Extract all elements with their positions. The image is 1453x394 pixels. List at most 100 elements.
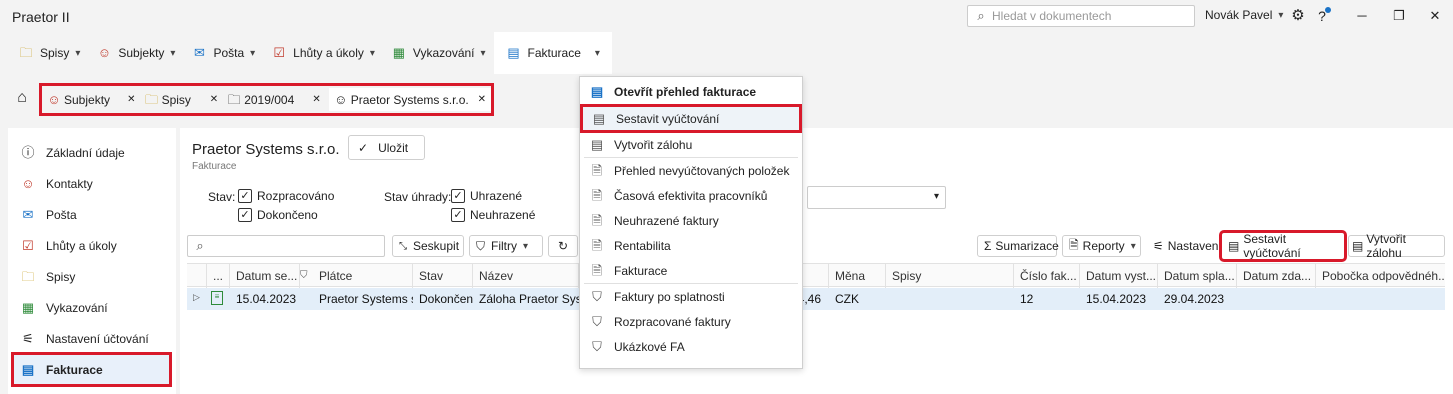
ribbon-vykazovani[interactable]: ▦ Vykazování ▾ xyxy=(383,32,494,74)
filter-select[interactable]: ▾ xyxy=(807,186,946,209)
build-billing-button[interactable]: ▤ Sestavit vyúčtování xyxy=(1219,230,1347,262)
table-row[interactable]: ▷ ≡ 15.04.2023 Praetor Systems s. Dokonč… xyxy=(187,288,1445,310)
menu-unbilled-items-report[interactable]: 🗎 Přehled nevyúčtovaných položek xyxy=(580,158,802,183)
close-icon[interactable]: ✕ xyxy=(127,94,135,105)
refresh-button[interactable]: ↻ xyxy=(548,235,578,257)
chevron-down-icon: ▾ xyxy=(369,47,375,59)
col-type[interactable]: ... xyxy=(207,264,230,288)
maximize-icon[interactable]: ❐ xyxy=(1391,8,1407,24)
menu-invoicing-report[interactable]: 🗎 Fakturace xyxy=(580,258,802,283)
menu-profitability-report[interactable]: 🗎 Rentabilita xyxy=(580,233,802,258)
report-icon: 🗎 xyxy=(591,212,603,228)
reports-button[interactable]: 🗎 Reporty ▾ xyxy=(1062,235,1141,257)
uhrada-uhrazene-checkbox[interactable]: ✓ Uhrazené xyxy=(451,189,522,203)
table-header: ... Datum se... Plátce ⛉ Stav Název z Mě… xyxy=(187,263,1445,288)
sidebar: ⓘ Základní údaje ☺ Kontakty ✉ Pošta ☑ Lhůty … xyxy=(8,128,176,394)
search-box[interactable]: ⌕ Hledat v dokumentech xyxy=(967,5,1195,27)
invoice-icon: ▤ xyxy=(507,45,520,60)
menu-unpaid-invoices-report[interactable]: 🗎 Neuhrazené faktury xyxy=(580,208,802,233)
ribbon-posta[interactable]: ✉ Pošta ▾ xyxy=(183,32,263,74)
menu-overdue-invoices-filter[interactable]: ⛉ Faktury po splatnosti xyxy=(580,284,802,309)
group-button[interactable]: ⤡ Seskupit xyxy=(392,235,464,257)
uhrada-neuhrazene-checkbox[interactable]: ✓ Neuhrazené xyxy=(451,208,535,222)
ribbon-spisy[interactable]: 🗀 Spisy ▾ xyxy=(10,32,88,74)
breadcrumb-tab-spis[interactable]: 🗀 2019/004 ✕ xyxy=(226,92,329,108)
cell-cislo-faktury: 12 xyxy=(1020,292,1034,306)
col-nazev[interactable]: Název xyxy=(473,264,579,288)
calendar-check-icon: ☑ xyxy=(273,45,285,60)
ribbon-lhuty[interactable]: ☑ Lhůty a úkoly ▾ xyxy=(263,32,383,74)
sidebar-item-vykazovani[interactable]: ▦ Vykazování xyxy=(8,292,176,323)
col-platce[interactable]: Plátce xyxy=(313,264,413,288)
chevron-down-icon: ▾ xyxy=(1130,240,1136,252)
people-icon: ☺ xyxy=(97,45,112,60)
filter-icon: ⛉ xyxy=(592,338,602,354)
home-icon[interactable]: ⌂ xyxy=(14,90,30,106)
col-mena[interactable]: Měna xyxy=(829,264,886,288)
sidebar-item-zakladni-udaje[interactable]: ⓘ Základní údaje xyxy=(8,137,176,168)
menu-time-efficiency-report[interactable]: 🗎 Časová efektivita pracovníků xyxy=(580,183,802,208)
col-pobocka[interactable]: Pobočka odpovědnéh... xyxy=(1316,264,1445,288)
gear-icon[interactable]: ⚙ xyxy=(1290,8,1306,24)
ribbon-fakturace[interactable]: ▤ Fakturace ▾ xyxy=(493,32,612,74)
menu-draft-invoices-filter[interactable]: ⛉ Rozpracované faktury xyxy=(580,309,802,334)
col-cislo-faktury[interactable]: Číslo fak... xyxy=(1014,264,1080,288)
sidebar-item-spisy[interactable]: 🗀 Spisy xyxy=(8,261,176,292)
sidebar-item-posta[interactable]: ✉ Pošta xyxy=(8,199,176,230)
close-icon[interactable]: ✕ xyxy=(210,94,218,105)
folder-icon: 🗀 xyxy=(21,268,35,284)
folder-outline-icon: 🗀 xyxy=(227,91,241,107)
col-spisy[interactable]: Spisy xyxy=(886,264,1014,288)
breadcrumb-tab-spisy[interactable]: 🗀 Spisy ✕ xyxy=(144,92,227,108)
menu-open-invoicing-overview[interactable]: ▤ Otevřít přehled fakturace xyxy=(580,79,802,104)
sidebar-item-lhuty[interactable]: ☑ Lhůty a úkoly xyxy=(8,230,176,261)
col-datum-zdanitelneho[interactable]: Datum zda... xyxy=(1237,264,1316,288)
menu-sample-invoices-filter[interactable]: ⛉ Ukázkové FA xyxy=(580,334,802,359)
user-menu[interactable]: Novák Pavel ▾ xyxy=(1205,8,1283,22)
summary-button[interactable]: Σ Sumarizace xyxy=(977,235,1059,257)
col-stav[interactable]: Stav xyxy=(413,264,473,288)
menu-build-billing[interactable]: ▤ Sestavit vyúčtování xyxy=(580,104,802,133)
check-icon: ✓ xyxy=(238,189,252,203)
expand-icon[interactable]: ▷ xyxy=(193,292,200,303)
minimize-icon[interactable]: ─ xyxy=(1354,8,1370,24)
menu-separator xyxy=(584,104,798,105)
stav-dokonceno-checkbox[interactable]: ✓ Dokončeno xyxy=(238,208,318,222)
cell-stav: Dokončen xyxy=(419,292,473,306)
cell-datum-splatnosti: 29.04.2023 xyxy=(1164,292,1225,306)
close-icon[interactable]: ✕ xyxy=(312,94,320,105)
save-button[interactable]: ✓ Uložit xyxy=(348,135,425,160)
page-title: Praetor Systems s.r.o. xyxy=(192,141,340,158)
check-icon: ✓ xyxy=(358,140,369,155)
sidebar-item-fakturace[interactable]: ▤ Fakturace xyxy=(11,352,172,387)
search-icon: ⌕ xyxy=(977,8,985,23)
search-placeholder: Hledat v dokumentech xyxy=(992,9,1112,23)
filters-button[interactable]: ⛉ Filtry ▾ xyxy=(469,235,543,257)
main-panel xyxy=(180,128,1453,394)
menu-create-advance[interactable]: ▤ Vytvořit zálohu xyxy=(580,132,802,157)
close-icon[interactable]: ✕ xyxy=(1427,8,1443,24)
sliders-icon: ⚟ xyxy=(22,330,34,346)
breadcrumb-tab-subject[interactable]: ☺ Praetor Systems s.r.o. ✕ xyxy=(328,88,492,111)
mail-icon: ✉ xyxy=(22,206,34,222)
cell-mena: CZK xyxy=(835,292,859,306)
report-icon: 🗎 xyxy=(591,187,603,203)
table-search-input[interactable]: ⌕ xyxy=(187,235,385,257)
stav-rozpracovano-checkbox[interactable]: ✓ Rozpracováno xyxy=(238,189,334,203)
document-list-icon: ▤ xyxy=(592,110,606,126)
col-datum-vystaveni[interactable]: Datum vyst... xyxy=(1080,264,1158,288)
breadcrumb-tab-subjekty[interactable]: ☺ Subjekty ✕ xyxy=(46,92,144,108)
sidebar-item-nastaveni-uctovani[interactable]: ⚟ Nastavení účtování xyxy=(8,323,176,354)
fakturace-dropdown: ▤ Otevřít přehled fakturace ▤ Sestavit vyú… xyxy=(579,76,803,369)
ribbon-subjekty[interactable]: ☺ Subjekty ▾ xyxy=(88,32,183,74)
col-datum-sestaveni[interactable]: Datum se... xyxy=(230,264,300,288)
settings-button[interactable]: ⚟ Nastavení xyxy=(1146,235,1222,257)
report-icon: 🗎 xyxy=(591,237,603,253)
calendar-check-icon: ☑ xyxy=(22,237,34,253)
col-datum-splatnosti[interactable]: Datum spla... xyxy=(1158,264,1237,288)
close-icon[interactable]: ✕ xyxy=(478,94,486,105)
create-advance-button[interactable]: ▤ Vytvořit zálohu xyxy=(1348,232,1445,260)
sidebar-item-kontakty[interactable]: ☺ Kontakty xyxy=(8,168,176,199)
sort-filter-icon[interactable]: ⛉ xyxy=(300,270,308,281)
search-icon: ⌕ xyxy=(196,238,204,253)
